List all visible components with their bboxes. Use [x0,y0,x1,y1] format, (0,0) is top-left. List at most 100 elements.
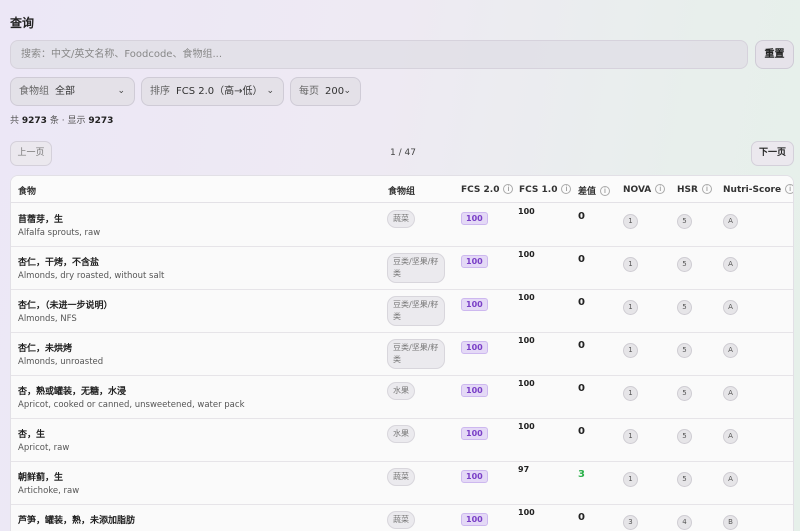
hsr-badge: 5 [677,429,692,444]
col-food[interactable]: 食物 [18,184,36,197]
diff-value: 0 [578,297,585,308]
count-shown-prefix: · 显示 [61,116,86,126]
nova-badge: 1 [623,214,638,229]
per-page-select[interactable]: 每页 200 ⌄ [290,77,361,106]
chevron-down-icon: ⌄ [117,86,125,96]
col-group[interactable]: 食物组 [388,184,415,197]
table-row[interactable]: 苜蓿芽，生 Alfalfa sprouts, raw 蔬菜 100 100 0 … [11,204,793,247]
info-icon[interactable]: i [785,184,793,194]
nutri-badge: A [723,343,738,358]
col-fcs1-label: FCS 1.0 [519,185,558,195]
prev-page-button[interactable]: 上一页 [10,141,52,166]
nova-badge: 3 [623,515,638,530]
diff-value: 0 [578,512,585,523]
food-name-en: Almonds, NFS [18,314,77,324]
table-row[interactable]: 杏仁，（未进一步说明） Almonds, NFS 豆类/坚果/籽类 100 10… [11,290,793,333]
food-group-tag: 蔬菜 [387,210,415,228]
result-count: 共 9273 条 · 显示 9273 [10,113,113,126]
diff-value: 0 [578,211,585,222]
food-name-zh: 朝鲜蓟，生 [18,473,64,483]
group-select[interactable]: 食物组 全部 ⌄ [10,77,135,106]
diff-value: 3 [578,469,585,480]
table-row[interactable]: 杏仁，未烘烤 Almonds, unroasted 豆类/坚果/籽类 100 1… [11,333,793,376]
fcs1-value: 100 [518,207,535,216]
fcs1-value: 100 [518,336,535,345]
food-group-tag: 水果 [387,425,415,443]
col-diff[interactable]: 差值 i [578,184,611,197]
hsr-badge: 5 [677,214,692,229]
info-icon[interactable]: i [600,186,611,196]
col-nova[interactable]: NOVA i [623,184,666,195]
food-group-tag: 水果 [387,382,415,400]
fcs1-value: 100 [518,422,535,431]
sort-select-label: 排序 [150,86,170,97]
fcs2-value: 100 [461,298,488,311]
fcs2-value: 100 [461,341,488,354]
count-unit: 条 [49,116,59,126]
hsr-badge: 5 [677,472,692,487]
per-page-label: 每页 [299,86,319,97]
info-icon[interactable]: i [503,184,514,194]
fcs1-value: 97 [518,465,530,474]
page-title: 查询 [10,16,35,30]
food-group-tag: 豆类/坚果/籽类 [387,339,445,369]
search-input[interactable]: 搜索：中文/英文名称、Foodcode、食物组... [10,40,748,69]
food-group-tag: 蔬菜 [387,468,415,486]
chevron-down-icon: ⌄ [343,86,351,96]
group-select-value: 全部 [55,86,75,97]
sort-select-value: FCS 2.0（高→低） [176,86,263,97]
sort-select[interactable]: 排序 FCS 2.0（高→低） ⌄ [141,77,284,106]
col-nutri[interactable]: Nutri-Score i [723,184,793,195]
fcs1-value: 100 [518,508,535,517]
fcs2-value: 100 [461,255,488,268]
nutri-badge: B [723,515,738,530]
nova-badge: 1 [623,343,638,358]
col-nova-label: NOVA [623,185,652,195]
table-row[interactable]: 芦笋，罐装，熟，未添加脂肪 蔬菜 100 100 0 3 4 B [11,505,793,531]
count-prefix: 共 [10,116,20,126]
hsr-badge: 4 [677,515,692,530]
next-page-button[interactable]: 下一页 [751,141,794,166]
fcs2-value: 100 [461,513,488,526]
fcs2-value: 100 [461,384,488,397]
diff-value: 0 [578,254,585,265]
reset-button[interactable]: 重置 [755,40,794,69]
table-row[interactable]: 朝鲜蓟，生 Artichoke, raw 蔬菜 100 97 3 1 5 A [11,462,793,505]
food-name-en: Alfalfa sprouts, raw [18,228,101,238]
info-icon[interactable]: i [655,184,666,194]
col-hsr[interactable]: HSR i [677,184,712,195]
query-page: 查询 搜索：中文/英文名称、Foodcode、食物组... 重置 食物组 全部 ⌄… [0,0,800,531]
food-name-zh: 杏，熟或罐装，无糖，水浸 [18,387,127,397]
hsr-badge: 5 [677,343,692,358]
col-diff-label: 差值 [578,187,597,197]
col-hsr-label: HSR [677,185,698,195]
fcs1-value: 100 [518,250,535,259]
nova-badge: 1 [623,386,638,401]
fcs1-value: 100 [518,293,535,302]
food-name-zh: 苜蓿芽，生 [18,215,64,225]
info-icon[interactable]: i [701,184,712,194]
nutri-badge: A [723,300,738,315]
col-fcs2[interactable]: FCS 2.0 i [461,184,514,195]
food-name-zh: 杏，生 [18,430,46,440]
diff-value: 0 [578,383,585,394]
col-fcs1[interactable]: FCS 1.0 i [519,184,572,195]
info-icon[interactable]: i [561,184,572,194]
col-nutri-label: Nutri-Score [723,185,782,195]
nova-badge: 1 [623,429,638,444]
fcs2-value: 100 [461,212,488,225]
food-group-tag: 蔬菜 [387,511,415,529]
nova-badge: 1 [623,472,638,487]
page-indicator: 1 / 47 [390,148,416,158]
food-name-en: Apricot, cooked or canned, unsweetened, … [18,400,245,410]
table-row[interactable]: 杏，熟或罐装，无糖，水浸 Apricot, cooked or canned, … [11,376,793,419]
nova-badge: 1 [623,300,638,315]
nutri-badge: A [723,386,738,401]
table-row[interactable]: 杏，生 Apricot, raw 水果 100 100 0 1 5 A [11,419,793,462]
nutri-badge: A [723,214,738,229]
col-fcs2-label: FCS 2.0 [461,185,500,195]
table-row[interactable]: 杏仁，干烤，不含盐 Almonds, dry roasted, without … [11,247,793,290]
hsr-badge: 5 [677,257,692,272]
count-shown: 9273 [88,116,114,126]
food-table: 食物 食物组 FCS 2.0 i FCS 1.0 i 差值 i NOVA i HSR i … [10,175,794,531]
